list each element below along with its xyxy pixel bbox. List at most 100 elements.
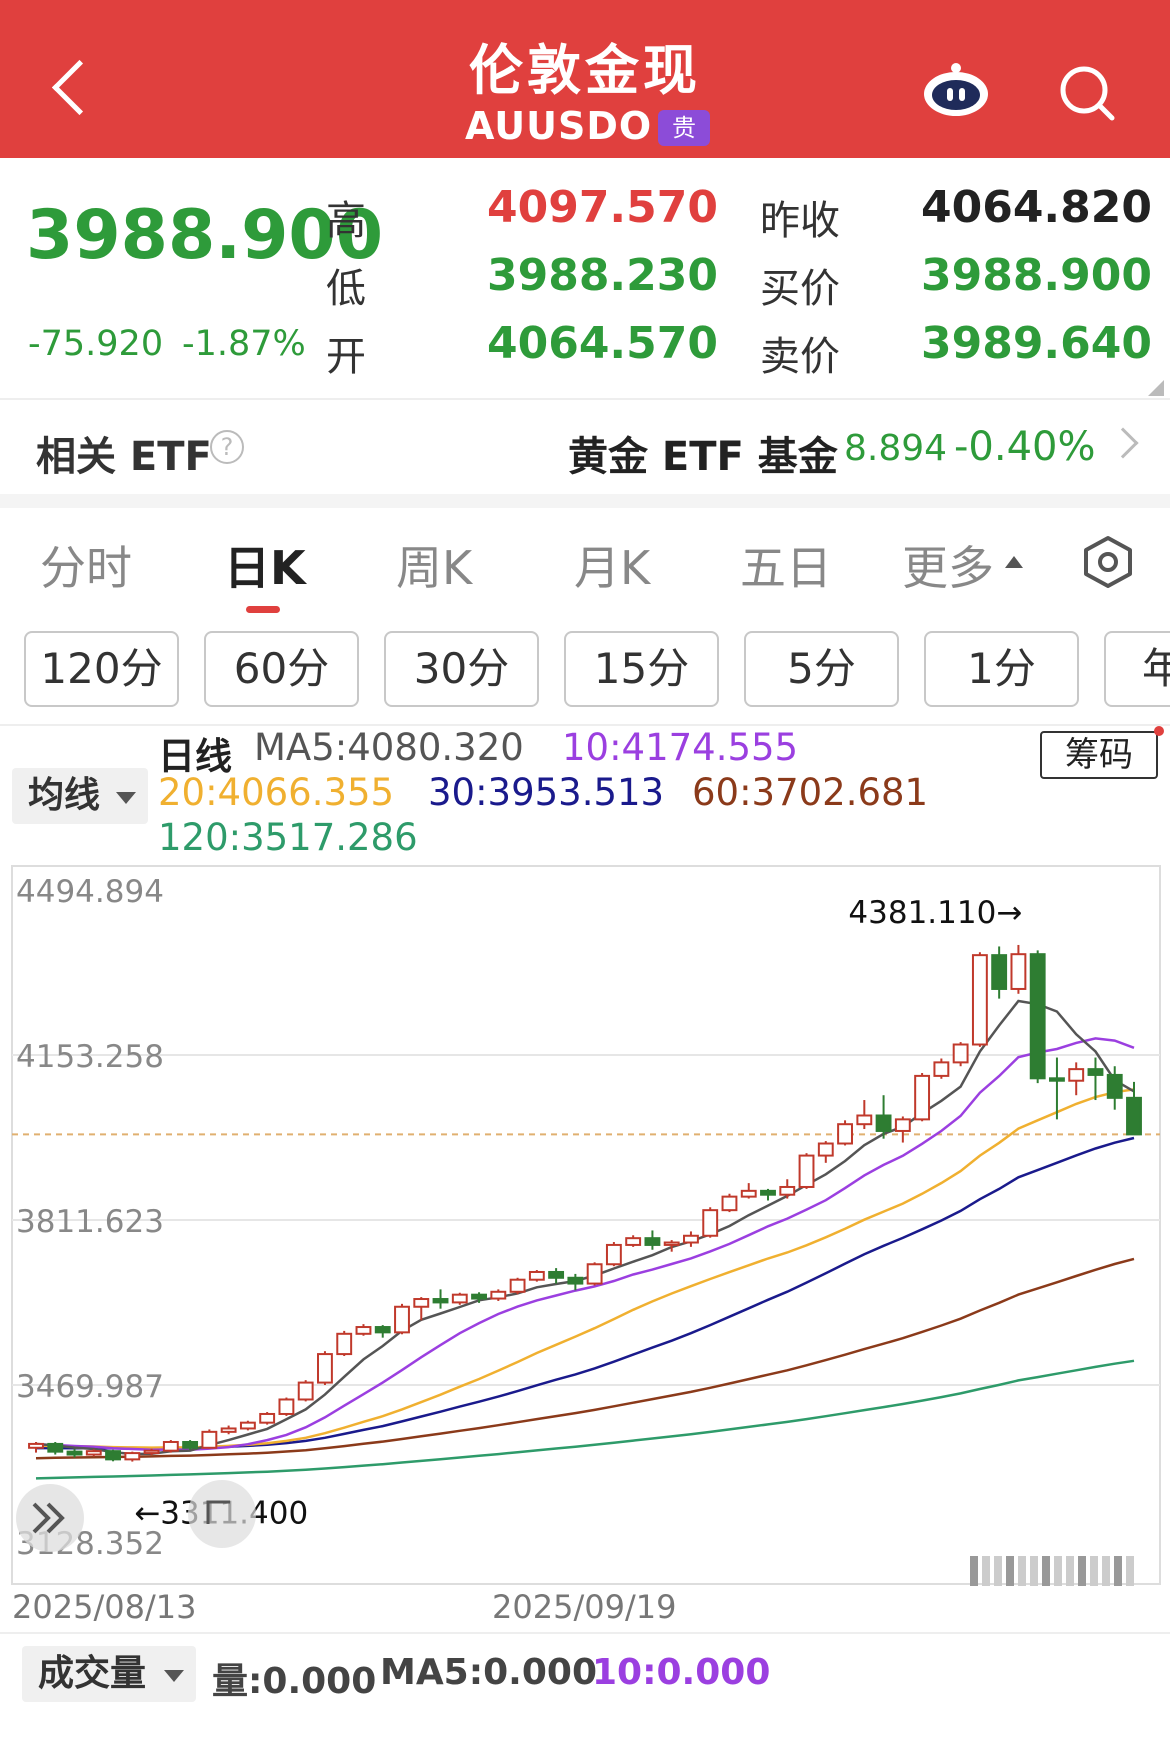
volume-dropdown-label: 成交量 — [38, 1653, 147, 1694]
ma30-legend: 30:3953.513 — [428, 771, 665, 814]
candle-up — [355, 1326, 372, 1335]
candle-up — [779, 1185, 796, 1196]
interval-60min-button[interactable]: 60分 — [204, 631, 359, 707]
scroll-strip-tick — [1078, 1556, 1086, 1586]
open-value: 4064.570 — [486, 318, 718, 369]
volume-dropdown[interactable]: 成交量 — [22, 1646, 196, 1702]
etf-fund-name[interactable]: 黄金 ETF 基金 — [568, 424, 838, 482]
candle-up — [85, 1450, 102, 1456]
crosshair-button[interactable] — [188, 1480, 256, 1548]
candle-up — [143, 1449, 160, 1455]
candle-down — [105, 1450, 121, 1461]
expand-corner-icon[interactable] — [1148, 380, 1164, 396]
candle-up — [952, 1043, 969, 1064]
candle-up — [586, 1263, 603, 1285]
high-value: 4097.570 — [486, 182, 718, 233]
kline-chart[interactable]: 4494.8944153.2583811.6233469.9873128.352… — [0, 862, 1170, 1592]
candle-down — [991, 954, 1008, 990]
tab-weekly-k[interactable]: 周K — [396, 532, 472, 598]
candle-down — [1126, 1096, 1142, 1136]
x-axis-label-mid: 2025/09/19 — [492, 1588, 677, 1626]
open-label: 开 — [326, 334, 366, 380]
y-axis-tick-label: 4494.894 — [16, 874, 164, 910]
tab-five-day[interactable]: 五日 — [740, 532, 832, 598]
ma-dropdown[interactable]: 均线 — [12, 768, 148, 824]
candle-up — [721, 1195, 738, 1212]
candle-down — [374, 1326, 391, 1334]
interval-year-button[interactable]: 年 — [1104, 631, 1170, 707]
candle-up — [683, 1234, 699, 1244]
settings-hexagon-icon[interactable] — [1080, 534, 1136, 590]
caret-down-icon — [116, 792, 136, 804]
tab-intraday[interactable]: 分时 — [40, 532, 132, 598]
interval-15min-button[interactable]: 15分 — [564, 631, 719, 707]
candle-up — [239, 1421, 256, 1430]
price-change: -75.920 — [28, 324, 164, 364]
candle-down — [66, 1450, 83, 1456]
candle-up — [490, 1290, 507, 1300]
section-gap — [0, 494, 1170, 508]
candle-up — [798, 1154, 815, 1188]
interval-120min-button[interactable]: 120分 — [24, 631, 179, 707]
candle-up — [856, 1114, 873, 1126]
candle-up — [1010, 953, 1027, 990]
prev-close-value: 4064.820 — [920, 182, 1152, 233]
scroll-strip-tick — [970, 1556, 978, 1586]
caret-down-icon — [164, 1670, 184, 1682]
candle-up — [413, 1298, 430, 1308]
bid-label: 买价 — [760, 266, 840, 312]
high-label: 高 — [326, 198, 366, 244]
volume-value: 量:0.000 — [212, 1661, 377, 1702]
candle-up — [278, 1398, 295, 1415]
chevron-right-icon[interactable] — [1107, 427, 1139, 459]
interval-30min-button[interactable]: 30分 — [384, 631, 539, 707]
interval-1min-button[interactable]: 1分 — [924, 631, 1079, 707]
tab-daily-k[interactable]: 日K — [224, 532, 306, 598]
scroll-strip-tick — [1018, 1556, 1026, 1586]
candle-up — [740, 1189, 757, 1198]
chip-distribution-button[interactable]: 筹码 — [1040, 731, 1158, 779]
category-badge: 贵 — [658, 110, 710, 146]
divider — [0, 1632, 1170, 1634]
price-change-pct: -1.87% — [182, 324, 306, 364]
candle-down — [760, 1189, 776, 1196]
candle-up — [528, 1270, 545, 1281]
candle-up — [201, 1430, 218, 1449]
candle-up — [971, 954, 988, 1046]
scroll-strip-tick — [982, 1556, 990, 1586]
interval-5min-button[interactable]: 5分 — [744, 631, 899, 707]
related-etf-label: 相关 ETF — [36, 434, 212, 480]
app-root: 伦敦金现 AUUSDO 贵 3988.900 -75.920 -1.87% 高 … — [0, 0, 1170, 1759]
etf-fund-price: 8.894 — [844, 428, 948, 469]
candle-up — [124, 1452, 141, 1461]
candle-up — [220, 1427, 237, 1433]
symbol-code: AUUSDO — [465, 104, 653, 148]
candle-up — [702, 1209, 719, 1237]
candle-down — [567, 1276, 584, 1285]
candle-up — [625, 1237, 642, 1246]
caret-up-icon — [1005, 556, 1023, 568]
search-icon[interactable] — [1058, 64, 1116, 122]
scroll-strip-tick — [1090, 1556, 1098, 1586]
ma60-legend: 60:3702.681 — [692, 771, 929, 814]
ma-dropdown-label: 均线 — [28, 775, 101, 816]
scroll-strip-tick — [1042, 1556, 1050, 1586]
candle-up — [509, 1278, 526, 1293]
tab-monthly-k[interactable]: 月K — [574, 532, 650, 598]
help-icon[interactable]: ? — [210, 430, 244, 464]
scroll-strip-tick — [1102, 1556, 1110, 1586]
candle-down — [875, 1114, 892, 1132]
candle-up — [817, 1142, 834, 1157]
candle-down — [1087, 1068, 1104, 1076]
notification-dot — [1154, 726, 1164, 736]
candle-up — [28, 1442, 44, 1449]
candle-up — [394, 1305, 410, 1334]
ma10-line — [35, 1037, 1135, 1452]
y-axis-tick-label: 4153.258 — [16, 1039, 164, 1075]
scroll-strip-tick — [1054, 1556, 1062, 1586]
tab-more[interactable]: 更多 — [902, 532, 994, 598]
candle-up — [605, 1243, 622, 1266]
robot-assistant-icon[interactable] — [920, 62, 992, 118]
candle-down — [548, 1270, 565, 1279]
candle-up — [162, 1440, 179, 1452]
